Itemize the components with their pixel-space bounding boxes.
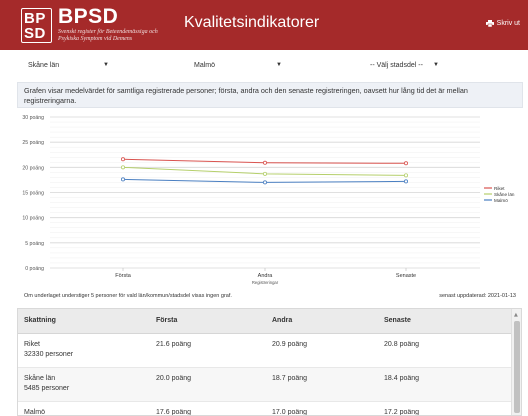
x-tick-label: Andra <box>258 273 274 279</box>
row-label: Malmö <box>18 401 150 416</box>
data-point <box>403 173 408 178</box>
data-point <box>121 165 126 170</box>
data-point <box>403 179 408 184</box>
table-row: Riket 32330 personer 21.6 poäng 20.9 poän… <box>18 333 513 368</box>
results-table-container: Skattning Första Andra Senaste Riket 3233… <box>17 308 522 416</box>
table-row: Malmö 17.6 poäng 17.0 poäng 17.2 poäng <box>18 401 513 416</box>
data-point <box>262 160 267 165</box>
cell-first: 21.6 poäng <box>150 333 266 368</box>
region-select[interactable]: Skåne län ▼ <box>28 58 118 72</box>
chart-footnote: Om underlaget understiger 5 personer för… <box>24 293 232 299</box>
row-persons: 32330 personer <box>24 350 74 358</box>
scroll-thumb[interactable] <box>514 321 520 413</box>
y-tick-label: 10 poäng <box>22 216 44 222</box>
y-tick-label: 5 poäng <box>25 241 44 247</box>
data-point <box>403 161 408 166</box>
column-header-skattning[interactable]: Skattning <box>18 309 150 334</box>
scroll-up-icon[interactable]: ▲ <box>514 312 518 318</box>
app-header: BP SD BPSD Svenskt register för Beteende… <box>0 0 528 50</box>
chevron-down-icon: ▼ <box>103 62 109 68</box>
row-persons: 5485 personer <box>24 384 70 392</box>
page-title: Kvalitetsindikatorer <box>184 14 320 31</box>
printer-icon <box>485 20 494 27</box>
table-header-row: Skattning Första Andra Senaste <box>18 309 513 334</box>
column-header-andra[interactable]: Andra <box>266 309 378 334</box>
brand-subtitle: Svenskt register för Beteendemässiga och… <box>58 29 158 42</box>
brand-name: BPSD <box>58 5 119 28</box>
y-tick-label: 30 poäng <box>22 115 44 121</box>
logo-text-bottom: SD <box>24 25 46 42</box>
print-label: Skriv ut <box>496 20 520 27</box>
chevron-down-icon: ▼ <box>276 62 282 68</box>
column-header-forsta[interactable]: Första <box>150 309 266 334</box>
cell-second: 20.9 poäng <box>266 333 378 368</box>
data-point <box>121 177 126 182</box>
row-label: Riket 32330 personer <box>18 333 150 368</box>
y-tick-label: 15 poäng <box>22 191 44 197</box>
municipality-select-value: Malmö <box>194 61 216 69</box>
legend-label: Malmö <box>494 198 508 203</box>
cell-first: 17.6 poäng <box>150 401 266 415</box>
chevron-down-icon: ▼ <box>433 62 439 68</box>
data-point <box>121 157 126 162</box>
y-tick-label: 20 poäng <box>22 165 44 171</box>
data-point <box>262 180 267 185</box>
print-button[interactable]: Skriv ut <box>485 20 520 27</box>
x-tick-label: Senaste <box>396 273 416 279</box>
last-updated: senast uppdaterad: 2021-01-13 <box>439 293 516 299</box>
row-name: Skåne län <box>24 374 56 382</box>
cell-second: 17.0 poäng <box>266 401 378 415</box>
region-select-value: Skåne län <box>28 61 60 69</box>
logo: BP SD <box>21 8 52 43</box>
cell-latest: 18.4 poäng <box>378 367 513 402</box>
municipality-select[interactable]: Malmö ▼ <box>194 58 289 72</box>
x-tick-label: Första <box>115 273 132 279</box>
cell-second: 18.7 poäng <box>266 367 378 402</box>
y-tick-label: 0 poäng <box>25 266 44 272</box>
x-axis-label: Registreringar <box>252 280 279 285</box>
data-point <box>262 171 267 176</box>
cell-first: 20.0 poäng <box>150 367 266 402</box>
line-chart: 0 poäng 5 poäng 10 poäng 15 poäng 20 poäng 25… <box>22 115 515 285</box>
district-select[interactable]: -- Välj stadsdel -- ▼ <box>370 58 450 72</box>
y-tick-label: 25 poäng <box>22 140 44 146</box>
table-scrollbar[interactable]: ▲ <box>511 309 521 415</box>
legend-label: Skåne län <box>494 191 515 197</box>
row-name: Malmö <box>24 408 46 416</box>
cell-latest: 20.8 poäng <box>378 333 513 368</box>
column-header-senaste[interactable]: Senaste <box>378 309 513 334</box>
logo-text-top: BP <box>24 10 46 27</box>
results-table: Skattning Första Andra Senaste Riket 3233… <box>18 309 513 416</box>
table-row: Skåne län 5485 personer 20.0 poäng 18.7 p… <box>18 367 513 402</box>
legend-label: Riket <box>494 186 505 191</box>
chart-description: Grafen visar medelvärdet för samtliga re… <box>17 82 523 108</box>
district-select-value: -- Välj stadsdel -- <box>370 61 423 69</box>
cell-latest: 17.2 poäng <box>378 401 513 415</box>
row-label: Skåne län 5485 personer <box>18 367 150 402</box>
row-name: Riket <box>24 340 40 348</box>
